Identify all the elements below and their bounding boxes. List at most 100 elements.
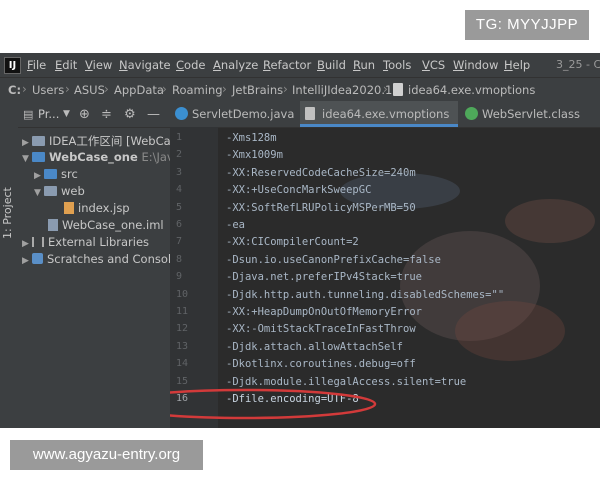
code-line[interactable]: -Xmx1009m [226,149,283,166]
line-number: 5 [176,201,183,213]
chevron-right-icon: › [383,82,388,96]
tree-item[interactable]: ▶ Scratches and Consoles [22,252,170,269]
line-number: 4 [176,184,183,196]
line-number: 9 [176,271,183,283]
line-number: 7 [176,236,183,248]
collapse-all-icon[interactable]: ≑ [101,107,112,122]
module-folder-icon [32,152,45,162]
code-line[interactable]: -Djdk.module.illegalAccess.silent=true [226,376,466,393]
code-line[interactable]: -Xms128m [226,132,277,149]
code-line[interactable]: -Djdk.http.auth.tunneling.disabledScheme… [226,289,504,306]
project-tool-window-button[interactable]: 1: Project [1,159,17,239]
tree-item-label: src [61,167,78,181]
project-panel: ▤ Pr... ▼ ⊕ ≑ ⚙ — ▶ IDEA工作区间 [WebCase ▼ We… [18,101,170,428]
line-number: 10 [176,288,189,300]
code-line[interactable]: -XX:+HeapDumpOnOutOfMemoryError [226,306,422,323]
code-line[interactable]: -XX:ReservedCodeCacheSize=240m [226,167,416,184]
breadcrumb-asus[interactable]: ASUS [74,83,105,97]
tab-label: WebServlet.class [482,107,580,121]
editor-area: ServletDemo.java idea64.exe.vmoptions We… [170,101,600,428]
hide-icon[interactable]: — [147,107,160,122]
library-icon [32,237,44,247]
line-number: 6 [176,219,183,230]
line-number: 15 [176,375,189,387]
chevron-right-icon[interactable]: ▶ [34,171,44,181]
code-line[interactable]: -XX:CICompilerCount=2 [226,236,359,253]
tg-watermark: TG: MYYJJPP [465,10,589,40]
chevron-right-icon: › [283,82,288,96]
tree-item[interactable]: index.jsp [64,201,130,218]
breadcrumb-users[interactable]: Users [32,83,64,97]
chevron-right-icon: › [65,82,70,96]
menu-navigate[interactable]: Navigate [119,58,171,72]
chevron-right-icon: › [162,82,167,96]
jsp-file-icon [64,202,74,214]
menu-vcs[interactable]: VCS [422,58,445,72]
tree-item[interactable]: WebCase_one.iml [48,218,164,235]
chevron-right-icon[interactable]: ▶ [22,256,32,266]
tab-label: idea64.exe.vmoptions [322,107,450,121]
line-number: 16 [176,393,189,404]
code-line[interactable]: -Djdk.attach.allowAttachSelf [226,341,403,358]
scratches-icon [32,253,43,264]
menu-edit[interactable]: Edit [55,58,77,72]
chevron-down-icon[interactable]: ▼ [22,154,32,164]
code-line[interactable]: -Djava.net.preferIPv4Stack=true [226,271,422,288]
editor-tabs: ServletDemo.java idea64.exe.vmoptions We… [170,101,600,128]
tree-item[interactable]: ▼ WebCase_one E:\Java\ [22,150,170,167]
tab-vmoptions[interactable]: idea64.exe.vmoptions [300,101,458,127]
code-line[interactable]: -Dkotlinx.coroutines.debug=off [226,358,416,375]
chevron-right-icon[interactable]: ▶ [22,138,32,148]
breadcrumb-drive[interactable]: C: [8,83,21,97]
breadcrumb-file[interactable]: idea64.exe.vmoptions [408,83,535,97]
tree-item[interactable]: ▼ web [34,184,85,201]
menu-file[interactable]: File [27,58,46,72]
menu-build[interactable]: Build [317,58,346,72]
code-line[interactable]: -XX:+UseConcMarkSweepGC [226,184,371,201]
project-view-icon: ▤ [23,108,34,121]
menu-refactor[interactable]: Refactor [263,58,311,72]
code-line[interactable]: -Dsun.io.useCanonPrefixCache=false [226,254,441,271]
line-number: 12 [176,323,189,335]
tree-item[interactable]: ▶ IDEA工作区间 [WebCase [22,133,170,150]
java-class-icon [175,107,188,120]
gear-icon[interactable]: ⚙ [124,107,136,122]
tree-item[interactable]: ▶ External Libraries [22,235,149,252]
tree-item[interactable]: ▶ src [34,167,78,184]
line-number: 11 [176,306,189,317]
locate-icon[interactable]: ⊕ [79,107,90,122]
code-line[interactable]: -XX:SoftRefLRUPolicyMSPerMB=50 [226,202,416,219]
menu-tools[interactable]: Tools [383,58,411,72]
menu-code[interactable]: Code [176,58,205,72]
iml-file-icon [48,219,58,231]
folder-icon [44,186,57,196]
tab-webservlet[interactable]: WebServlet.class [460,101,600,127]
tree-item-label: Scratches and Consoles [47,252,170,266]
chevron-right-icon: › [22,82,27,96]
site-watermark: www.agyazu-entry.org [10,440,203,470]
menu-view[interactable]: View [85,58,112,72]
menu-analyze[interactable]: Analyze [213,58,258,72]
chevron-down-icon[interactable]: ▼ [34,188,44,198]
menu-run[interactable]: Run [353,58,375,72]
chevron-down-icon[interactable]: ▼ [63,109,70,119]
breadcrumb-roaming[interactable]: Roaming [172,83,223,97]
breadcrumb-idea-folder[interactable]: IntelliJIdea2020.1 [292,83,392,97]
code-line[interactable]: -ea [226,219,245,236]
line-number: 1 [176,132,183,143]
tab-label: ServletDemo.java [192,107,295,121]
chevron-right-icon[interactable]: ▶ [22,239,32,249]
tab-servletdemo[interactable]: ServletDemo.java [170,101,298,127]
menu-window[interactable]: Window [453,58,498,72]
source-folder-icon [44,169,57,179]
tree-item-label: WebCase_one [49,150,138,164]
tree-item-label: web [61,184,85,198]
line-number: 2 [176,149,183,161]
code-line[interactable]: -XX:-OmitStackTraceInFastThrow [226,323,416,340]
breadcrumb-appdata[interactable]: AppData [114,83,164,97]
code-line[interactable]: -Dfile.encoding=UTF-8 [226,393,359,410]
vmoptions-file-icon [305,107,315,120]
project-view-label[interactable]: Pr... [38,107,59,121]
breadcrumb-jetbrains[interactable]: JetBrains [232,83,283,97]
menu-help[interactable]: Help [504,58,530,72]
